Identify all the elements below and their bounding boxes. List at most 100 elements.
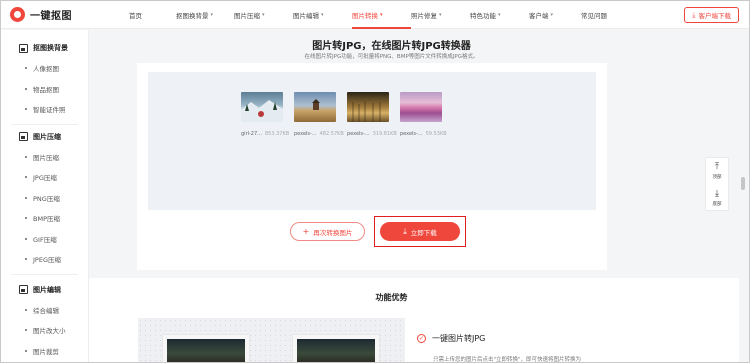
- file-size: 319.81KB: [372, 131, 397, 137]
- feature-illustration: [138, 318, 405, 362]
- file-thumbnail: [347, 92, 389, 122]
- nav-label: 客户端: [529, 12, 549, 20]
- plus-icon: +: [302, 227, 310, 236]
- sidebar-group-compress: 图片压缩 图片压缩 JPG压缩 PNG压缩 BMP压缩 GIF压缩 JPEG压缩: [1, 130, 88, 270]
- client-download-button[interactable]: ⤓ 客户端下载: [684, 7, 739, 23]
- sidebar-group-cutout: 抠图换背景 人像抠图 物品抠图 智能证件照: [1, 41, 88, 120]
- nav-convert[interactable]: 图片转换 ▾: [352, 1, 411, 29]
- nav-label: 图片编辑: [293, 12, 319, 20]
- file-card[interactable]: pexels-... 319.81KB: [347, 92, 397, 137]
- sidebar-item-crop[interactable]: 图片裁剪: [1, 341, 88, 362]
- logo-icon: [10, 7, 25, 22]
- download-icon: ⤓: [692, 10, 696, 19]
- file-caption: pexels-... 59.53KB: [400, 131, 447, 137]
- feature-heading: ✓ 一键图片转JPG: [417, 333, 485, 344]
- file-drop-area[interactable]: girl-27... 853.37KB pexels-... 482.57KB pe…: [148, 72, 596, 210]
- sidebar-item-label: BMP压缩: [33, 215, 60, 224]
- download-icon: ⤓: [403, 226, 407, 236]
- chevron-down-icon: ▾: [498, 12, 501, 18]
- sidebar-item-label: 图片压缩: [33, 153, 59, 162]
- divider: [11, 273, 78, 275]
- file-card[interactable]: pexels-... 482.57KB: [294, 92, 344, 137]
- file-name: girl-27...: [241, 131, 262, 137]
- sidebar-item-label: 物品抠图: [33, 85, 59, 94]
- nav-edit[interactable]: 图片编辑 ▾: [293, 1, 352, 29]
- chevron-down-icon: ▾: [439, 12, 442, 18]
- nav-label: 抠图换背景: [176, 12, 209, 20]
- sidebar-group-header[interactable]: 图片编辑: [1, 283, 88, 297]
- sidebar-item-png-compress[interactable]: PNG压缩: [1, 188, 88, 209]
- sidebar-group-header[interactable]: 抠图换背景: [1, 41, 88, 55]
- nav-label: 首页: [129, 12, 142, 20]
- sidebar-item-resize[interactable]: 图片改大小: [1, 320, 88, 341]
- scrollbar-track[interactable]: [739, 30, 749, 362]
- image-icon: [19, 43, 28, 53]
- sidebar-item-label: JPEG压缩: [33, 256, 61, 265]
- nav-home[interactable]: 首页: [129, 1, 176, 29]
- file-card[interactable]: pexels-... 59.53KB: [400, 92, 447, 137]
- chevron-down-icon: ▾: [550, 12, 554, 18]
- page-title: 图片转JPG，在线图片转JPG转换器: [312, 41, 471, 52]
- main-nav: 首页 抠图换背景 ▾ 图片压缩 ▾ 图片编辑 ▾ 图片转换 ▾ 照片修复 ▾ 特色功能 ▾ …: [129, 1, 621, 29]
- file-size: 482.57KB: [319, 131, 344, 137]
- bottom-label: 底部: [712, 202, 722, 207]
- file-caption: pexels-... 482.57KB: [294, 131, 344, 137]
- sidebar-item-jpeg-compress[interactable]: JPEG压缩: [1, 249, 88, 270]
- sidebar-item-label: 人像抠图: [33, 65, 59, 74]
- file-thumbnail: [294, 92, 336, 122]
- sidebar-item-label: JPG压缩: [33, 174, 57, 183]
- nav-repair[interactable]: 照片修复 ▾: [411, 1, 470, 29]
- app-window: 一键抠图 首页 抠图换背景 ▾ 图片压缩 ▾ 图片编辑 ▾ 图片转换 ▾ 照片修复 ▾ 特…: [0, 0, 750, 363]
- convert-again-label: 再次转换图片: [313, 228, 353, 237]
- nav-faq[interactable]: 常见问题: [581, 1, 621, 29]
- nav-label: 图片压缩: [234, 12, 260, 20]
- back-to-top-button[interactable]: ⤒ 顶部: [706, 158, 728, 185]
- sidebar-group-title: 图片编辑: [33, 285, 61, 294]
- arrow-up-icon: ⤒: [715, 162, 719, 172]
- sidebar-item-label: PNG压缩: [33, 194, 60, 203]
- divider: [11, 123, 78, 125]
- section-title: 功能优势: [375, 293, 408, 302]
- sidebar-item-label: 智能证件照: [33, 106, 66, 115]
- file-name: pexels-...: [400, 131, 423, 137]
- download-now-button[interactable]: ⤓ 立即下载: [380, 222, 460, 241]
- sidebar-item-object-cutout[interactable]: 物品抠图: [1, 79, 88, 100]
- sidebar-item-gif-compress[interactable]: GIF压缩: [1, 229, 88, 250]
- floating-scroll-widget: ⤒ 顶部 ⤓ 底部: [705, 157, 729, 211]
- file-thumbnail: [241, 92, 283, 122]
- go-to-bottom-button[interactable]: ⤓ 底部: [706, 185, 728, 212]
- file-card[interactable]: girl-27... 853.37KB: [241, 92, 289, 137]
- action-bar: + 再次转换图片 ⤓ 立即下载: [137, 215, 607, 255]
- page-subtitle: 在线图片转JPG功能，可批量将PNG、BMP等图片文件转换成JPG格式。: [304, 54, 479, 60]
- sidebar-group-edit: 图片编辑 综合编辑 图片改大小 图片裁剪: [1, 283, 88, 362]
- sidebar-item-portrait-cutout[interactable]: 人像抠图: [1, 58, 88, 79]
- check-circle-icon: ✓: [417, 334, 426, 343]
- scrollbar-thumb[interactable]: [741, 177, 745, 190]
- sidebar-group-header[interactable]: 图片压缩: [1, 130, 88, 144]
- sidebar-item-id-photo[interactable]: 智能证件照: [1, 99, 88, 120]
- sidebar-item-label: GIF压缩: [33, 235, 57, 244]
- advantages-section: 功能优势 ✓ 一键图片转JPG 只需上传您的图片后点击"立即转换"，即可快速将图…: [89, 278, 749, 362]
- nav-cutout-bg[interactable]: 抠图换背景 ▾: [176, 1, 234, 29]
- chevron-down-icon: ▾: [262, 12, 265, 18]
- logo-text: 一键抠图: [30, 11, 72, 22]
- sidebar-item-label: 图片改大小: [33, 327, 66, 336]
- sidebar-item-jpg-compress[interactable]: JPG压缩: [1, 167, 88, 188]
- sidebar-item-general-edit[interactable]: 综合编辑: [1, 300, 88, 321]
- sidebar-item-label: 综合编辑: [33, 306, 59, 315]
- convert-again-button[interactable]: + 再次转换图片: [290, 222, 365, 241]
- sidebar-item-image-compress[interactable]: 图片压缩: [1, 147, 88, 168]
- nav-client[interactable]: 客户端 ▾: [529, 1, 581, 29]
- chevron-down-icon: ▾: [380, 12, 383, 18]
- file-size: 59.53KB: [425, 131, 447, 137]
- file-size: 853.37KB: [264, 131, 290, 137]
- file-thumbnail: [400, 92, 442, 122]
- nav-features[interactable]: 特色功能 ▾: [470, 1, 529, 29]
- nav-label: 常见问题: [581, 12, 607, 20]
- chevron-down-icon: ▾: [210, 12, 214, 18]
- logo[interactable]: 一键抠图: [10, 7, 110, 22]
- nav-label: 照片修复: [411, 12, 437, 20]
- sidebar-item-bmp-compress[interactable]: BMP压缩: [1, 208, 88, 229]
- image-icon: [19, 132, 28, 141]
- nav-compress[interactable]: 图片压缩 ▾: [234, 1, 293, 29]
